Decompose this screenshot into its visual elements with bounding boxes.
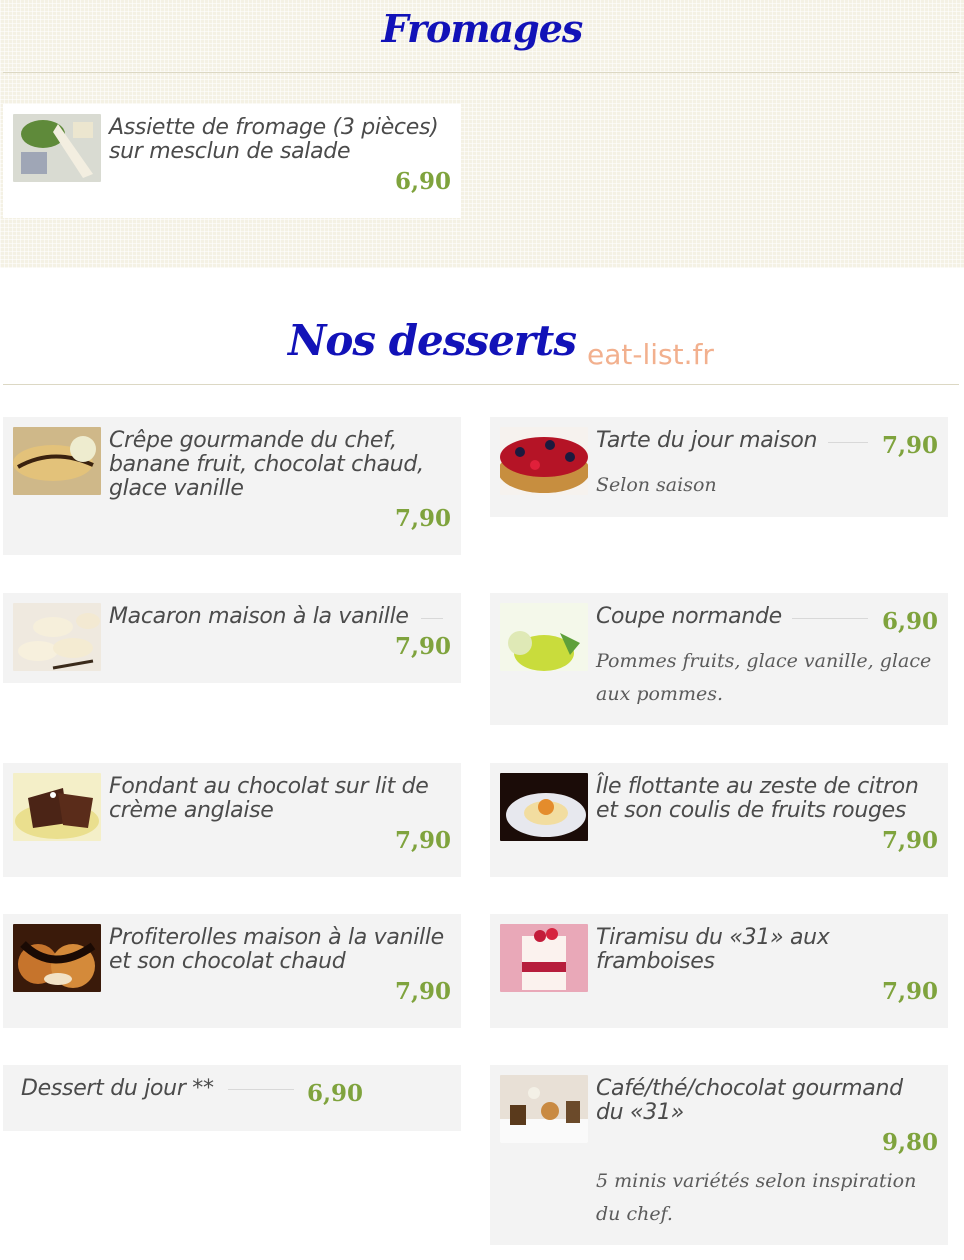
item-price: 7,90 — [395, 633, 452, 660]
menu-item-ile-flottante[interactable]: Île flottante au zeste de citron et son … — [490, 763, 948, 877]
item-price: 7,90 — [395, 978, 452, 1005]
tiramisu-image — [500, 924, 588, 992]
cafe-gourmand-image — [500, 1075, 588, 1143]
item-price: 6,90 — [395, 168, 452, 195]
leader-line — [828, 442, 868, 443]
leader-line — [792, 618, 868, 619]
item-price: 7,90 — [882, 978, 939, 1005]
item-name: Île flottante au zeste de citron et son … — [596, 774, 919, 823]
floating-island-image — [500, 773, 588, 841]
item-name: Profiterolles maison à la vanille et son… — [109, 925, 444, 974]
menu-item-tiramisu[interactable]: Tiramisu du «31» aux framboises 7,90 — [490, 914, 948, 1028]
item-price: 6,90 — [882, 608, 939, 635]
item-price: 9,80 — [882, 1129, 939, 1156]
menu-item-macaron[interactable]: Macaron maison à la vanille 7,90 — [3, 593, 461, 683]
watermark: eat-list.fr — [587, 338, 714, 371]
fromages-title: Fromages — [381, 6, 584, 51]
apple-sorbet-image — [500, 603, 588, 671]
menu-item-dessert-du-jour[interactable]: Dessert du jour ** 6,90 — [3, 1065, 461, 1131]
item-description: Selon saison — [596, 474, 717, 496]
menu-item-crepe[interactable]: Crêpe gourmande du chef, banane fruit, c… — [3, 417, 461, 555]
desserts-title: Nos desserts — [288, 316, 577, 365]
profiteroles-image — [13, 924, 101, 992]
item-price: 7,90 — [395, 505, 452, 532]
crepe-image — [13, 427, 101, 495]
item-price: 7,90 — [395, 827, 452, 854]
item-name: Fondant au chocolat sur lit de crème ang… — [109, 774, 429, 823]
item-name: Assiette de fromage (3 pièces) sur mescl… — [109, 115, 439, 164]
item-name: Tarte du jour maison — [596, 428, 818, 453]
leader-line — [421, 618, 443, 619]
item-name: Tiramisu du «31» aux framboises — [596, 925, 830, 974]
fromages-divider — [3, 72, 959, 73]
item-name: Café/thé/chocolat gourmand du «31» — [596, 1076, 903, 1125]
chocolate-fondant-image — [13, 773, 101, 841]
item-price: 7,90 — [882, 827, 939, 854]
item-description: 5 minis variétés selon inspiration du ch… — [596, 1170, 917, 1225]
menu-item-coupe-normande[interactable]: Coupe normande 6,90 Pommes fruits, glace… — [490, 593, 948, 725]
menu-item-profiterolles[interactable]: Profiterolles maison à la vanille et son… — [3, 914, 461, 1028]
cheese-plate-image — [13, 114, 101, 182]
menu-item-assiette-fromage[interactable]: Assiette de fromage (3 pièces) sur mescl… — [3, 104, 461, 218]
item-name: Macaron maison à la vanille — [109, 604, 409, 629]
leader-line — [228, 1089, 294, 1090]
item-name: Coupe normande — [596, 604, 782, 629]
item-name: Dessert du jour ** — [21, 1076, 214, 1101]
item-description: Pommes fruits, glace vanille, glace aux … — [596, 650, 932, 705]
desserts-divider — [3, 384, 959, 385]
menu-item-fondant[interactable]: Fondant au chocolat sur lit de crème ang… — [3, 763, 461, 877]
menu-item-cafe-gourmand[interactable]: Café/thé/chocolat gourmand du «31» 9,80 … — [490, 1065, 948, 1245]
item-price: 6,90 — [307, 1080, 364, 1107]
item-name: Crêpe gourmande du chef, banane fruit, c… — [109, 428, 424, 501]
menu-item-tarte[interactable]: Tarte du jour maison 7,90 Selon saison — [490, 417, 948, 517]
item-price: 7,90 — [882, 432, 939, 459]
macaron-image — [13, 603, 101, 671]
tart-image — [500, 427, 588, 495]
